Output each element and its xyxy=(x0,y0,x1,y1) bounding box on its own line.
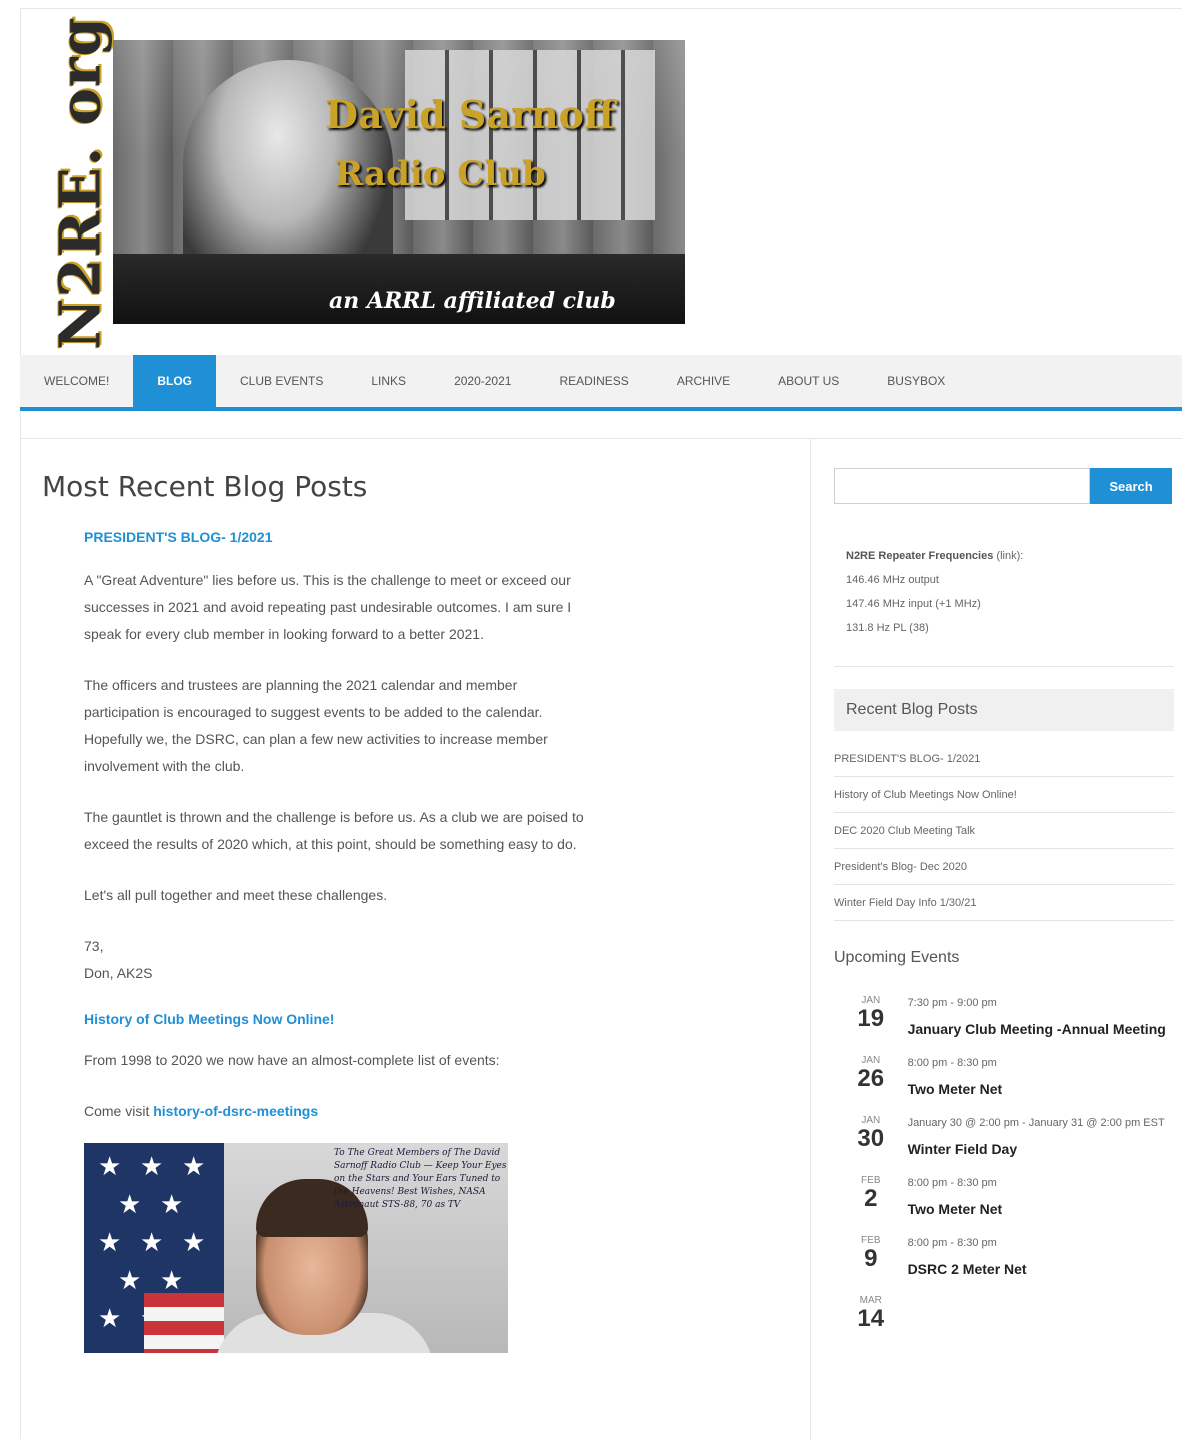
event-item: JAN 26 8:00 pm - 8:30 pm Two Meter Net xyxy=(834,1055,1174,1101)
event-details: 8:00 pm - 8:30 pm Two Meter Net xyxy=(908,1055,1174,1101)
blog-post: PRESIDENT'S BLOG- 1/2021 A "Great Advent… xyxy=(84,529,594,1353)
event-details: 7:30 pm - 9:00 pm January Club Meeting -… xyxy=(908,995,1174,1041)
nav-item-blog[interactable]: BLOG xyxy=(133,355,217,407)
event-day: 26 xyxy=(857,1065,885,1092)
event-time: January 30 @ 2:00 pm - January 31 @ 2:00… xyxy=(907,1117,1165,1129)
post-paragraph: From 1998 to 2020 we now have an almost-… xyxy=(84,1052,500,1068)
event-title-link[interactable]: DSRC 2 Meter Net xyxy=(908,1257,1174,1281)
event-item: MAR 14 xyxy=(834,1295,1174,1332)
search-button[interactable]: Search xyxy=(1090,468,1172,504)
repeater-line: 147.46 MHz input (+1 MHz) xyxy=(846,598,981,610)
signoff-author: Don, AK2S xyxy=(84,965,153,981)
nav-item-club-events[interactable]: CLUB EVENTS xyxy=(216,355,347,407)
post-title-link[interactable]: History of Club Meetings Now Online! xyxy=(84,1011,594,1027)
sidebar: Search N2RE Repeater Frequencies (link):… xyxy=(834,468,1174,1346)
event-date: FEB 2 xyxy=(834,1175,908,1221)
event-date: MAR 14 xyxy=(834,1295,908,1332)
event-title-link[interactable]: Winter Field Day xyxy=(908,1137,1174,1161)
event-details xyxy=(908,1295,1174,1332)
event-day: 2 xyxy=(864,1185,878,1212)
event-item: JAN 30 January 30 @ 2:00 pm - January 31… xyxy=(834,1115,1174,1161)
event-date: JAN 30 xyxy=(834,1115,908,1161)
event-item: JAN 19 7:30 pm - 9:00 pm January Club Me… xyxy=(834,995,1174,1041)
banner-subtitle: an ARRL affiliated club xyxy=(329,288,616,314)
history-link[interactable]: history-of-dsrc-meetings xyxy=(153,1103,318,1119)
event-day: 9 xyxy=(864,1245,878,1272)
nav-item-archive[interactable]: ARCHIVE xyxy=(653,355,754,407)
photo-inscription: To The Great Members of The David Sarnof… xyxy=(334,1148,507,1210)
repeater-line: 146.46 MHz output xyxy=(846,574,939,586)
repeater-frequencies: N2RE Repeater Frequencies (link): 146.46… xyxy=(846,544,1174,640)
event-time: 7:30 pm - 9:00 pm xyxy=(907,997,997,1009)
post-paragraph: Let's all pull together and meet these c… xyxy=(84,887,388,903)
event-date: JAN 26 xyxy=(834,1055,908,1101)
recent-post-link[interactable]: PRESIDENT'S BLOG- 1/2021 xyxy=(834,741,1174,777)
visit-prefix: Come visit xyxy=(84,1103,154,1119)
event-day: 14 xyxy=(857,1305,885,1332)
post-visit-line: Come visit history-of-dsrc-meetings xyxy=(84,1098,594,1125)
event-title-link[interactable]: Two Meter Net xyxy=(908,1077,1174,1101)
main-nav: WELCOME! BLOG CLUB EVENTS LINKS 2020-202… xyxy=(20,355,1182,411)
post-paragraph: A "Great Adventure" lies before us. This… xyxy=(84,572,572,642)
site-banner[interactable]: N2RE. org David Sarnoff Radio Club an AR… xyxy=(48,16,760,350)
event-date: JAN 19 xyxy=(834,995,908,1041)
nav-item-about-us[interactable]: ABOUT US xyxy=(754,355,863,407)
post-paragraph: The officers and trustees are planning t… xyxy=(84,677,548,774)
event-title-link[interactable]: Two Meter Net xyxy=(908,1197,1174,1221)
post-signoff: 73, Don, AK2S xyxy=(84,933,594,987)
event-details: 8:00 pm - 8:30 pm Two Meter Net xyxy=(908,1175,1174,1221)
event-time: 8:00 pm - 8:30 pm xyxy=(907,1177,997,1189)
astronaut-photo[interactable]: ★★★ ★★ ★★★ ★★ ★★ To The Great Members of… xyxy=(84,1143,508,1353)
event-day: 30 xyxy=(857,1125,885,1152)
repeater-line: 131.8 Hz PL (38) xyxy=(846,622,929,634)
site-logo[interactable]: N2RE. org xyxy=(48,16,114,349)
post-paragraph: The gauntlet is thrown and the challenge… xyxy=(84,809,584,852)
sidebar-divider xyxy=(834,666,1174,667)
event-item: FEB 9 8:00 pm - 8:30 pm DSRC 2 Meter Net xyxy=(834,1235,1174,1281)
nav-item-welcome[interactable]: WELCOME! xyxy=(20,355,133,407)
event-day: 19 xyxy=(857,1005,885,1032)
search-input[interactable] xyxy=(834,468,1090,504)
recent-post-link[interactable]: DEC 2020 Club Meeting Talk xyxy=(834,813,1174,849)
column-separator xyxy=(810,438,811,1439)
nav-item-2020-2021[interactable]: 2020-2021 xyxy=(430,355,535,407)
recent-post-link[interactable]: President's Blog- Dec 2020 xyxy=(834,849,1174,885)
event-time: 8:00 pm - 8:30 pm xyxy=(907,1057,997,1069)
recent-post-link[interactable]: Winter Field Day Info 1/30/21 xyxy=(834,885,1174,921)
post-title-link[interactable]: PRESIDENT'S BLOG- 1/2021 xyxy=(84,529,594,545)
repeater-link[interactable]: (link): xyxy=(993,550,1023,562)
nav-item-busybox[interactable]: BUSYBOX xyxy=(863,355,969,407)
event-time: 8:00 pm - 8:30 pm xyxy=(907,1237,997,1249)
content-divider xyxy=(20,438,1182,439)
site-logo-text: N2RE. org xyxy=(48,16,115,350)
banner-title-line1: David Sarnoff xyxy=(325,92,616,137)
search-form: Search xyxy=(834,468,1174,504)
main-content: Most Recent Blog Posts PRESIDENT'S BLOG-… xyxy=(42,470,802,1353)
event-item: FEB 2 8:00 pm - 8:30 pm Two Meter Net xyxy=(834,1175,1174,1221)
upcoming-events-title: Upcoming Events xyxy=(834,949,960,966)
recent-posts-list: PRESIDENT'S BLOG- 1/2021 History of Club… xyxy=(834,741,1174,921)
signoff-line: 73, xyxy=(84,938,104,954)
repeater-heading: N2RE Repeater Frequencies xyxy=(846,550,994,562)
banner-photo: David Sarnoff Radio Club an ARRL affilia… xyxy=(113,40,685,324)
banner-title-line2: Radio Club xyxy=(335,154,546,194)
page-title: Most Recent Blog Posts xyxy=(42,470,368,503)
nav-item-links[interactable]: LINKS xyxy=(347,355,430,407)
event-details: 8:00 pm - 8:30 pm DSRC 2 Meter Net xyxy=(908,1235,1174,1281)
event-title-link[interactable]: January Club Meeting -Annual Meeting xyxy=(908,1017,1174,1041)
nav-item-readiness[interactable]: READINESS xyxy=(535,355,652,407)
recent-post-link[interactable]: History of Club Meetings Now Online! xyxy=(834,777,1174,813)
event-date: FEB 9 xyxy=(834,1235,908,1281)
recent-posts-title: Recent Blog Posts xyxy=(834,689,1174,731)
event-details: January 30 @ 2:00 pm - January 31 @ 2:00… xyxy=(908,1115,1174,1161)
